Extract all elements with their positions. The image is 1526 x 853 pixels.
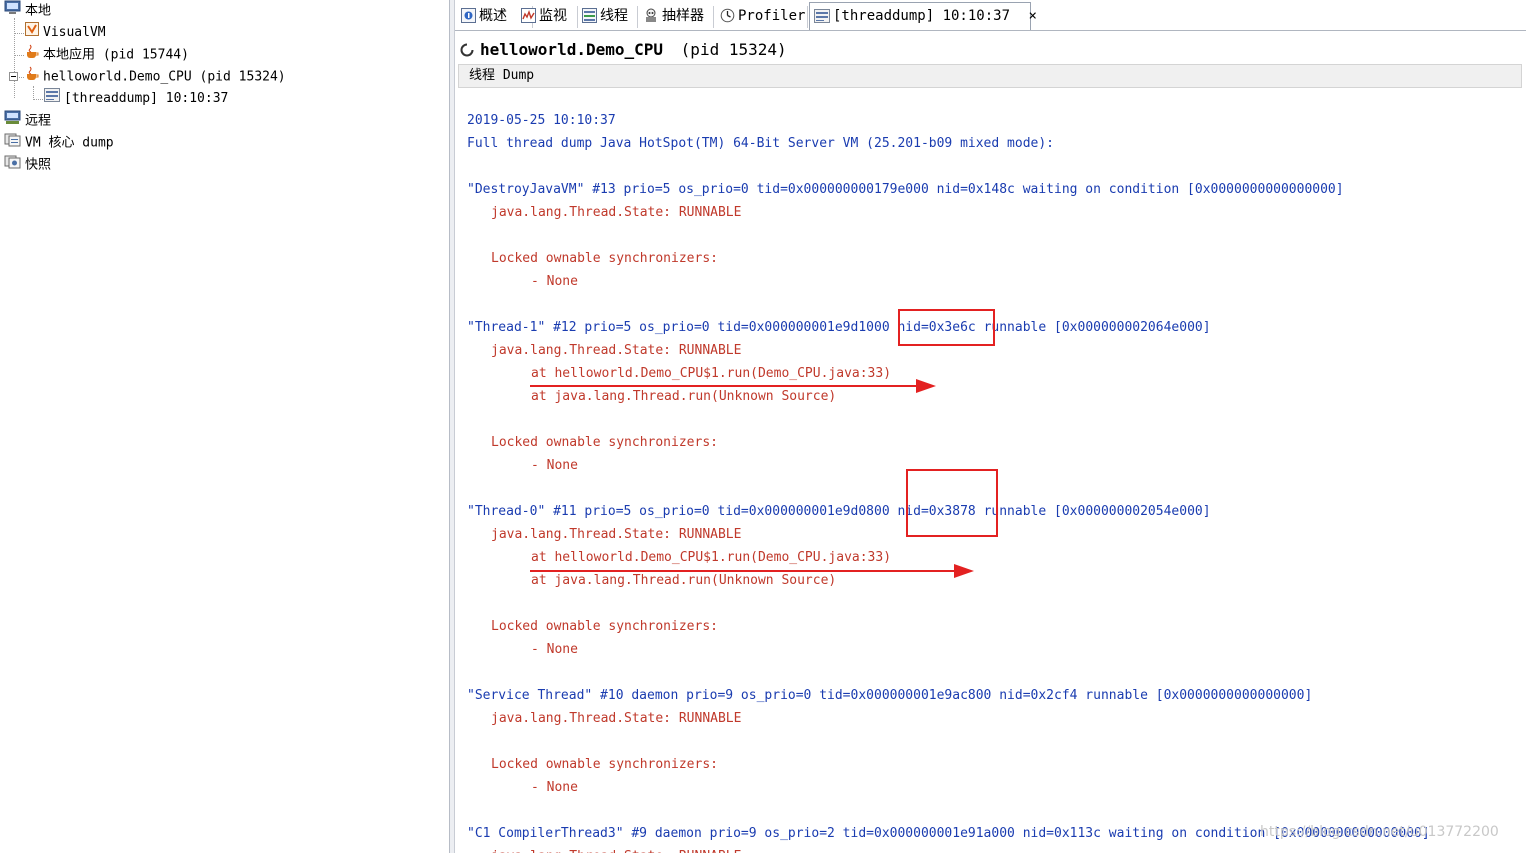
tab-sampler[interactable]: 抽样器 bbox=[643, 4, 704, 28]
tree-connector bbox=[14, 33, 24, 34]
annotation-arrow bbox=[530, 385, 918, 387]
watermark: https://blog.csdn.net/u013772200 bbox=[1260, 824, 1499, 840]
profiler-icon bbox=[720, 7, 735, 31]
threaddump-icon bbox=[814, 7, 830, 31]
process-name: helloworld.Demo_CPU bbox=[480, 40, 664, 59]
annotation-arrow bbox=[530, 570, 956, 572]
tree-connector bbox=[33, 99, 43, 100]
tree-connector bbox=[14, 18, 15, 98]
thread-state: java.lang.Thread.State: RUNNABLE bbox=[491, 711, 742, 726]
section-title: 线程 Dump bbox=[469, 68, 535, 83]
locked-none: - None bbox=[531, 458, 578, 473]
computer-icon bbox=[4, 0, 21, 22]
tab-bar: 概述 监视 线程 抽样器 Profiler [threaddump] 10:10… bbox=[455, 0, 1526, 34]
tree-node-local-app[interactable]: 本地应用 (pid 15744) bbox=[25, 44, 189, 64]
tree-node-threaddump[interactable]: [threaddump] 10:10:37 bbox=[44, 88, 228, 108]
tab-separator bbox=[807, 6, 808, 28]
tree-connector bbox=[33, 86, 34, 100]
dump-jvm-info: Full thread dump Java HotSpot(TM) 64-Bit… bbox=[467, 136, 1054, 151]
stack-frame: at java.lang.Thread.run(Unknown Source) bbox=[531, 389, 837, 404]
tree-node-local[interactable]: 本地 bbox=[4, 0, 51, 20]
locked-synchronizers: Locked ownable synchronizers: bbox=[491, 757, 718, 772]
nid-highlight-box bbox=[906, 469, 998, 537]
tab-threaddump[interactable]: [threaddump] 10:10:37 × bbox=[814, 4, 1037, 28]
arrow-icon bbox=[916, 379, 936, 393]
explorer-tree: 本地 VisualVM 本地应用 (pid 15744) helloworld.… bbox=[0, 0, 449, 853]
loading-spinner-icon bbox=[460, 40, 474, 64]
tree-node-visualvm[interactable]: VisualVM bbox=[25, 22, 106, 42]
visualvm-icon bbox=[25, 22, 39, 43]
thread-state: java.lang.Thread.State: RUNNABLE bbox=[491, 343, 742, 358]
overview-icon bbox=[461, 7, 476, 31]
thread-header: "DestroyJavaVM" #13 prio=5 os_prio=0 tid… bbox=[467, 182, 1344, 197]
arrow-icon bbox=[954, 564, 974, 578]
tree-node-remote[interactable]: 远程 bbox=[4, 110, 51, 130]
thread-header: "Service Thread" #10 daemon prio=9 os_pr… bbox=[467, 688, 1313, 703]
tree-node-vm-coredump[interactable]: VM 核心 dump bbox=[4, 132, 114, 152]
tab-separator bbox=[637, 6, 638, 28]
coredump-icon bbox=[4, 132, 21, 154]
tab-separator bbox=[577, 6, 578, 28]
tree-collapse-toggle[interactable] bbox=[9, 72, 18, 81]
locked-none: - None bbox=[531, 642, 578, 657]
snapshot-icon bbox=[4, 154, 21, 176]
java-cup-icon bbox=[25, 44, 39, 66]
tree-node-snapshots[interactable]: 快照 bbox=[4, 154, 51, 174]
thread-state: java.lang.Thread.State: RUNNABLE bbox=[491, 205, 742, 220]
thread-header: "Thread-0" #11 prio=5 os_prio=0 tid=0x00… bbox=[467, 504, 1211, 519]
tab-monitor[interactable]: 监视 bbox=[521, 4, 567, 28]
tree-connector bbox=[14, 55, 24, 56]
tree-node-demo-cpu[interactable]: helloworld.Demo_CPU (pid 15324) bbox=[25, 66, 286, 86]
locked-synchronizers: Locked ownable synchronizers: bbox=[491, 619, 718, 634]
tab-separator bbox=[713, 6, 714, 28]
stack-frame: at java.lang.Thread.run(Unknown Source) bbox=[531, 573, 837, 588]
tab-overview[interactable]: 概述 bbox=[461, 4, 507, 28]
sampler-icon bbox=[643, 7, 659, 31]
remote-host-icon bbox=[4, 110, 21, 132]
locked-none: - None bbox=[531, 780, 578, 795]
threaddump-icon bbox=[44, 88, 60, 109]
tab-divider bbox=[455, 30, 1526, 31]
java-cup-icon bbox=[25, 66, 39, 88]
process-title: helloworld.Demo_CPU (pid 15324) bbox=[460, 38, 787, 62]
locked-synchronizers: Locked ownable synchronizers: bbox=[491, 435, 718, 450]
locked-none: - None bbox=[531, 274, 578, 289]
stack-frame: at helloworld.Demo_CPU$1.run(Demo_CPU.ja… bbox=[531, 550, 892, 565]
thread-state: java.lang.Thread.State: RUNNABLE bbox=[491, 527, 742, 542]
thread-state: java.lang.Thread.State: RUNNABLE bbox=[491, 845, 741, 853]
stack-frame: at helloworld.Demo_CPU$1.run(Demo_CPU.ja… bbox=[531, 366, 892, 381]
monitor-icon bbox=[521, 7, 536, 31]
section-header: 线程 Dump bbox=[458, 64, 1522, 88]
pane-splitter[interactable] bbox=[449, 0, 455, 853]
thread-header: "Thread-1" #12 prio=5 os_prio=0 tid=0x00… bbox=[467, 320, 1211, 335]
process-pid: (pid 15324) bbox=[680, 40, 787, 59]
tab-profiler[interactable]: Profiler bbox=[720, 4, 805, 28]
dump-timestamp: 2019-05-25 10:10:37 bbox=[467, 113, 616, 128]
locked-synchronizers: Locked ownable synchronizers: bbox=[491, 251, 718, 266]
nid-highlight-box bbox=[898, 309, 995, 346]
tab-threads[interactable]: 线程 bbox=[582, 4, 628, 28]
close-icon[interactable]: × bbox=[1028, 8, 1036, 24]
threads-icon bbox=[582, 7, 597, 31]
